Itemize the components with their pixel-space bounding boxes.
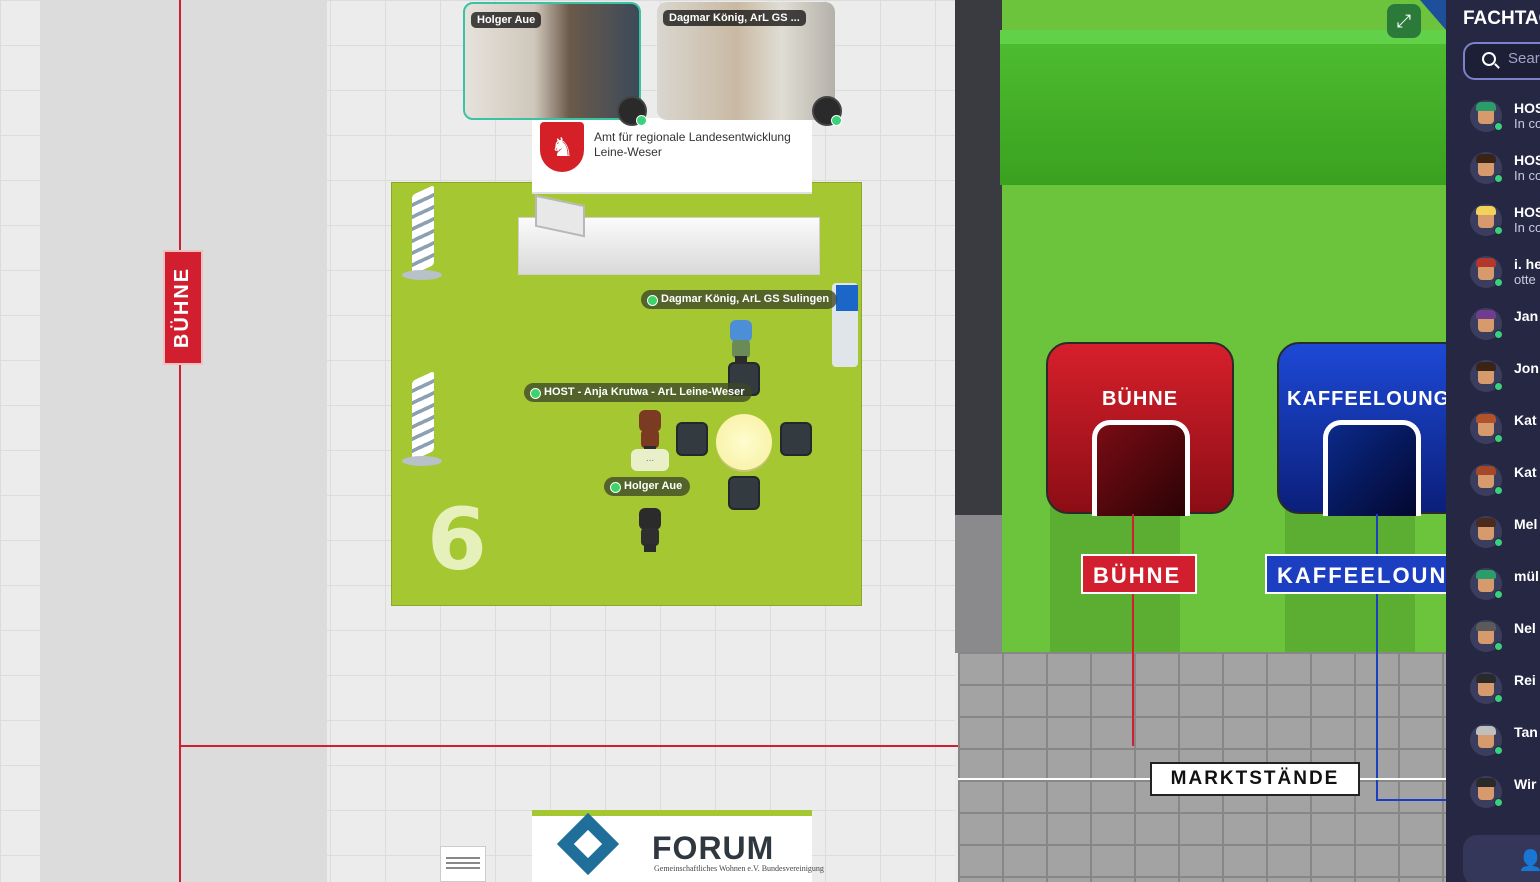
participant-row[interactable]: Mel <box>1470 512 1540 556</box>
expand-icon[interactable]: ⤢ <box>1387 4 1421 38</box>
grey-wall <box>955 515 1002 653</box>
notice-board[interactable] <box>440 846 486 882</box>
forum-title: FORUM <box>652 830 775 866</box>
video-tile-dagmar[interactable]: Dagmar König, ArL GS ... <box>657 2 835 120</box>
horse-crest-logo: ♞ <box>540 122 584 172</box>
online-status-dot <box>1494 694 1503 703</box>
avatar-holger[interactable] <box>634 508 664 552</box>
forum-subtitle: Gemeinschaftliches Wohnen e.V. Bundesver… <box>654 864 824 873</box>
corner-marker <box>1420 0 1446 30</box>
online-status-dot <box>1494 746 1503 755</box>
participant-status: otte <box>1514 272 1536 287</box>
chair[interactable] <box>728 476 760 510</box>
add-user-icon: 👤 <box>1518 850 1540 872</box>
participant-row[interactable]: i. he otte <box>1470 252 1540 296</box>
stage-vertical-label: BÜHNE <box>163 250 203 365</box>
plate-buehne: BÜHNE <box>1081 554 1197 594</box>
chair[interactable] <box>780 422 812 456</box>
participant-name: i. he <box>1514 256 1540 272</box>
participant-name: HOS <box>1514 100 1540 116</box>
online-status-dot <box>1494 434 1503 443</box>
video-name-label: Dagmar König, ArL GS ... <box>663 10 806 26</box>
name-tag-holger: Holger Aue <box>604 477 691 496</box>
participant-name: HOS <box>1514 204 1540 220</box>
participant-name: HOS <box>1514 152 1540 168</box>
participants-sidebar: FACHTAG HOSIn coHOSIn coHOSIn coi. heott… <box>1446 0 1540 882</box>
portal-buehne[interactable]: BÜHNE <box>1046 342 1234 516</box>
online-status-dot <box>1494 590 1503 599</box>
name-tag-anja: HOST - Anja Krutwa - ArL Leine-Weser <box>524 383 753 402</box>
participant-row[interactable]: HOS In co <box>1470 148 1540 192</box>
participant-status: In co <box>1514 220 1540 235</box>
online-status-dot <box>1494 226 1503 235</box>
participant-name: Jan <box>1514 308 1539 324</box>
participant-row[interactable]: Kat <box>1470 460 1540 504</box>
search-icon <box>1482 52 1496 66</box>
search-input[interactable] <box>1508 50 1540 67</box>
online-status-dot <box>1494 642 1503 651</box>
participant-row[interactable]: Rei <box>1470 668 1540 712</box>
portal-door[interactable] <box>1323 420 1421 516</box>
booth-sign-text: Amt für regionale Landesentwicklung Lein… <box>594 130 791 159</box>
online-status-dot <box>1494 330 1503 339</box>
sidebar-title: FACHTAG <box>1463 8 1540 29</box>
participant-status: In co <box>1514 168 1540 183</box>
participant-name: Rei <box>1514 672 1536 688</box>
corridor <box>40 0 327 882</box>
video-avatar-badge <box>812 96 842 126</box>
round-table[interactable] <box>716 414 772 470</box>
participant-row[interactable]: mül <box>1470 564 1540 608</box>
connector-red <box>1132 514 1134 746</box>
participant-row[interactable]: HOS In co <box>1470 200 1540 244</box>
participant-status: In co <box>1514 116 1540 131</box>
portal-title: BÜHNE <box>1101 388 1179 410</box>
participant-name: Kat <box>1514 464 1537 480</box>
name-tag-dagmar: Dagmar König, ArL GS Sulingen <box>641 290 838 309</box>
participant-name: Wir <box>1514 776 1537 792</box>
participant-row[interactable]: Jan <box>1470 304 1540 348</box>
online-status-dot <box>1494 278 1503 287</box>
participant-name: mül <box>1514 568 1539 584</box>
participant-name: Jon <box>1514 360 1539 376</box>
participant-name: Nel <box>1514 620 1536 636</box>
participant-row[interactable]: HOS In co <box>1470 96 1540 140</box>
brochure-stand[interactable] <box>402 370 442 466</box>
video-tile-holger[interactable]: Holger Aue <box>463 2 641 120</box>
marktstaende-label: MARKTSTÄNDE <box>1150 762 1360 796</box>
participant-name: Mel <box>1514 516 1538 532</box>
participant-row[interactable]: Kat <box>1470 408 1540 452</box>
dark-wall <box>955 0 1002 515</box>
online-status-dot <box>1494 122 1503 131</box>
booth-number: 6 <box>427 490 487 590</box>
markt-line <box>1360 778 1446 780</box>
participant-row[interactable]: Nel <box>1470 616 1540 660</box>
online-status-dot <box>1494 486 1503 495</box>
video-name-label: Holger Aue <box>471 12 542 28</box>
stage-line-vertical <box>179 0 181 882</box>
online-status-dot <box>1494 174 1503 183</box>
brochure-stand[interactable] <box>402 184 442 280</box>
online-status-dot <box>1494 382 1503 391</box>
participant-name: Tan <box>1514 724 1538 740</box>
participant-name: Kat <box>1514 412 1537 428</box>
hedge <box>1000 30 1446 185</box>
markt-line <box>958 778 1150 780</box>
chair[interactable] <box>676 422 708 456</box>
chat-bubble: ... <box>631 449 669 471</box>
participant-row[interactable]: Wir <box>1470 772 1540 816</box>
video-avatar-badge <box>617 96 647 126</box>
avatar-anja[interactable] <box>634 410 664 454</box>
plate-kaffeelounge: KAFFEELOUN <box>1265 554 1446 594</box>
portal-door[interactable] <box>1092 420 1190 516</box>
participant-row[interactable]: Tan <box>1470 720 1540 764</box>
online-status-dot <box>1494 538 1503 547</box>
avatar-dagmar[interactable] <box>725 320 755 364</box>
portal-kaffeelounge[interactable]: KAFFEELOUNG <box>1277 342 1467 516</box>
online-status-dot <box>1494 798 1503 807</box>
connector-blue-h <box>1376 799 1446 801</box>
participant-row[interactable]: Jon <box>1470 356 1540 400</box>
